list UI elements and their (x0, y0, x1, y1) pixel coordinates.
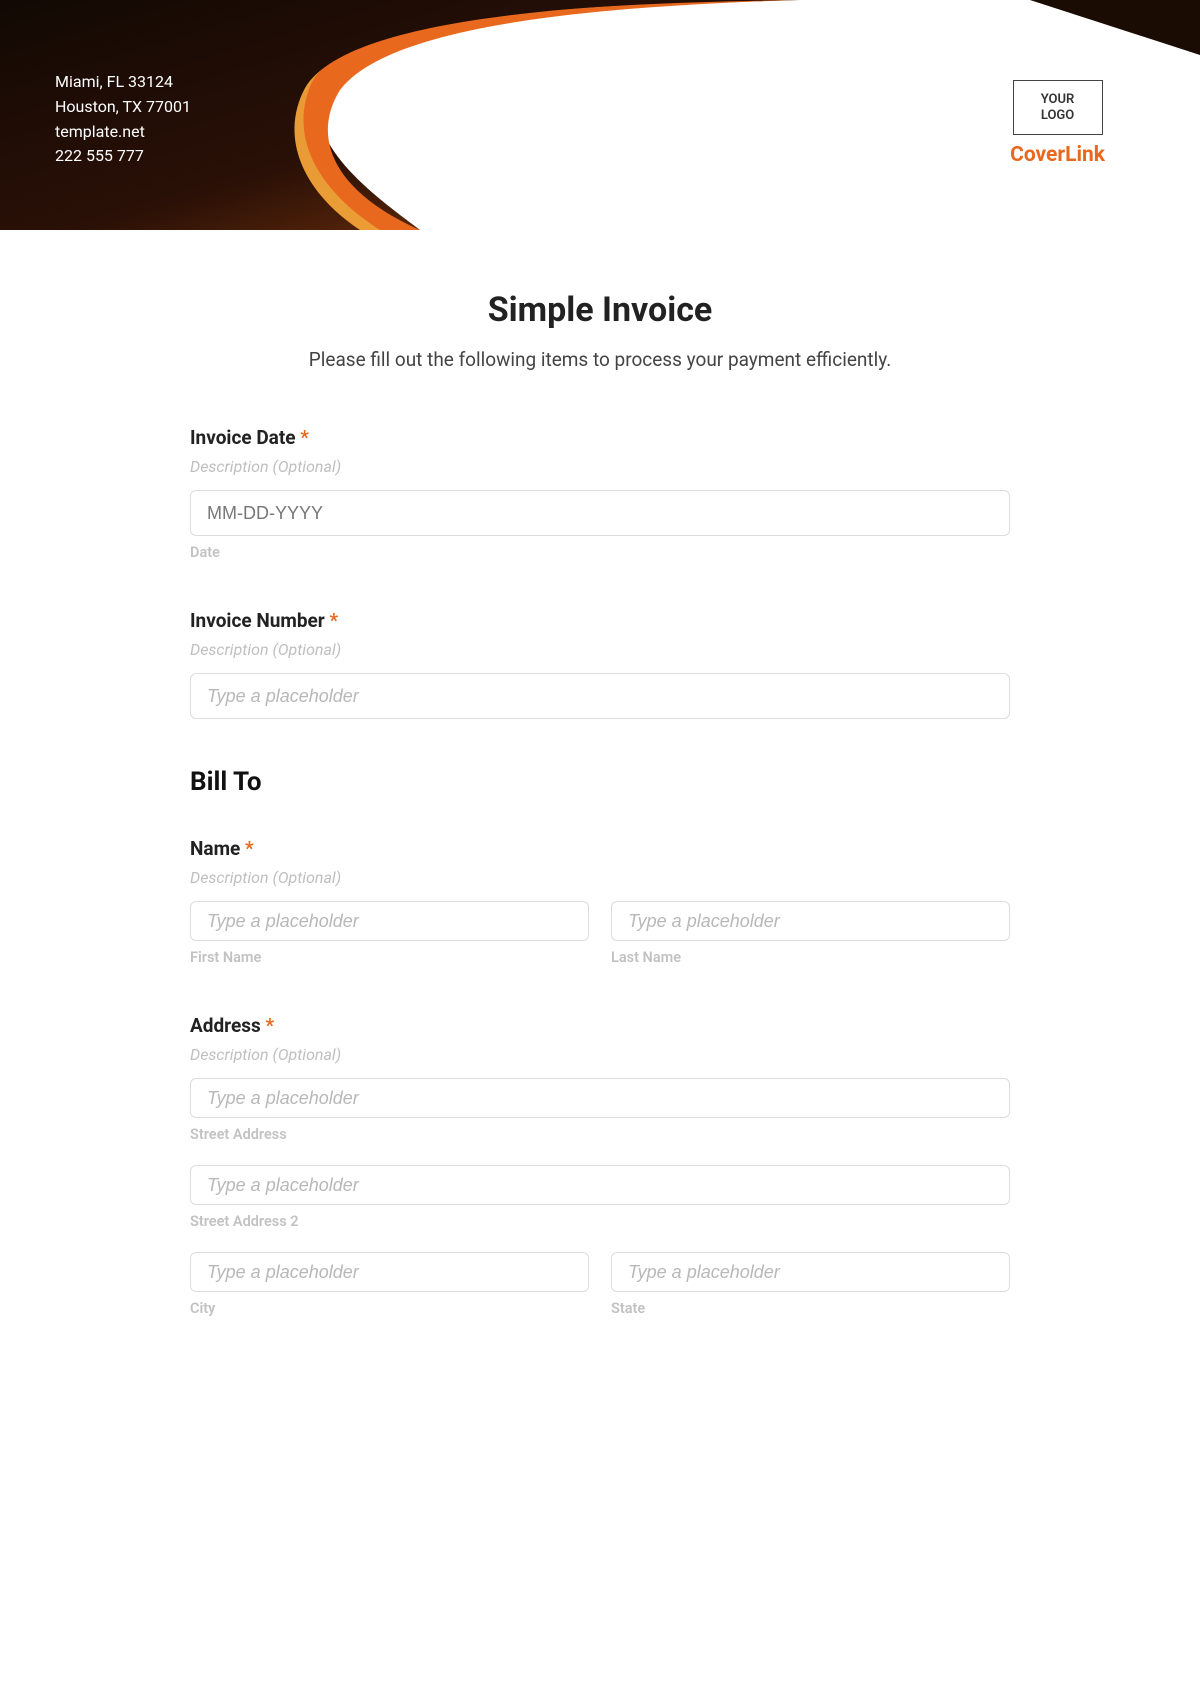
brand-name: CoverLink (1010, 143, 1105, 167)
required-mark: * (300, 426, 309, 449)
invoice-number-label: Invoice Number * (190, 609, 1010, 632)
info-line-1: Miami, FL 33124 (55, 70, 191, 95)
bill-to-heading: Bill To (190, 767, 1010, 797)
street-address-input[interactable] (190, 1078, 1010, 1118)
sender-info: Miami, FL 33124 Houston, TX 77001 templa… (55, 70, 191, 169)
name-desc: Description (Optional) (190, 868, 1010, 887)
city-sublabel: City (190, 1300, 589, 1317)
logo-placeholder: YOUR LOGO (1013, 80, 1103, 135)
invoice-date-input[interactable] (190, 490, 1010, 536)
invoice-number-group: Invoice Number * Description (Optional) (190, 609, 1010, 719)
required-mark: * (265, 1014, 274, 1037)
invoice-date-label: Invoice Date * (190, 426, 1010, 449)
invoice-date-sublabel: Date (190, 544, 1010, 561)
name-group: Name * Description (Optional) First Name… (190, 837, 1010, 966)
info-line-2: Houston, TX 77001 (55, 95, 191, 120)
last-name-input[interactable] (611, 901, 1010, 941)
street-sublabel: Street Address (190, 1126, 1010, 1143)
form-content: Simple Invoice Please fill out the follo… (170, 290, 1030, 1367)
invoice-number-input[interactable] (190, 673, 1010, 719)
first-name-input[interactable] (190, 901, 589, 941)
state-sublabel: State (611, 1300, 1010, 1317)
name-label: Name * (190, 837, 1010, 860)
street2-sublabel: Street Address 2 (190, 1213, 1010, 1230)
address-group: Address * Description (Optional) Street … (190, 1014, 1010, 1317)
address-label: Address * (190, 1014, 1010, 1037)
label-text: Name (190, 837, 240, 860)
first-name-sublabel: First Name (190, 949, 589, 966)
logo-text: YOUR LOGO (1041, 92, 1075, 123)
page-title: Simple Invoice (190, 290, 1010, 330)
label-text: Invoice Date (190, 426, 296, 449)
required-mark: * (245, 837, 254, 860)
invoice-date-group: Invoice Date * Description (Optional) Da… (190, 426, 1010, 561)
label-text: Address (190, 1014, 261, 1037)
street-address2-input[interactable] (190, 1165, 1010, 1205)
label-text: Invoice Number (190, 609, 325, 632)
state-input[interactable] (611, 1252, 1010, 1292)
last-name-sublabel: Last Name (611, 949, 1010, 966)
invoice-number-desc: Description (Optional) (190, 640, 1010, 659)
page-subtitle: Please fill out the following items to p… (190, 348, 1010, 371)
page-header: Miami, FL 33124 Houston, TX 77001 templa… (0, 0, 1200, 230)
city-input[interactable] (190, 1252, 589, 1292)
info-line-4: 222 555 777 (55, 144, 191, 169)
logo-area: YOUR LOGO CoverLink (1010, 80, 1105, 167)
invoice-date-desc: Description (Optional) (190, 457, 1010, 476)
address-desc: Description (Optional) (190, 1045, 1010, 1064)
required-mark: * (329, 609, 338, 632)
info-line-3: template.net (55, 120, 191, 145)
